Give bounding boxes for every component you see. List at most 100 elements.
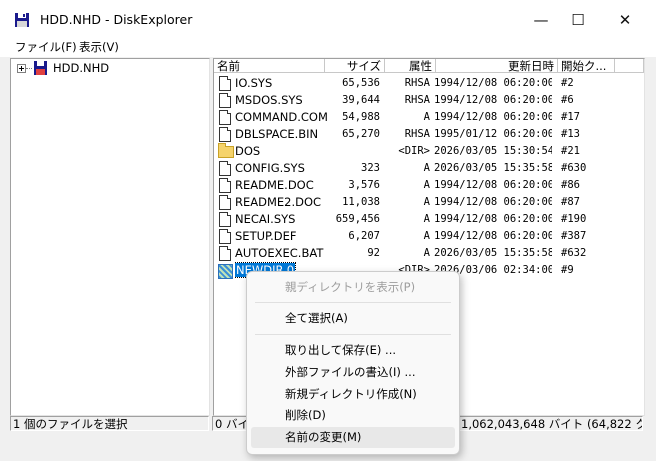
- file-date: 1994/12/08 06:20:00: [434, 111, 552, 123]
- file-name: README2.DOC: [235, 195, 322, 209]
- file-cluster: #9: [561, 264, 574, 276]
- file-icon: [219, 195, 231, 210]
- file-attr: RHSA: [404, 94, 430, 106]
- file-attr: A: [423, 247, 430, 259]
- column-header-cluster[interactable]: 開始ク...: [558, 59, 615, 73]
- file-attr: RHSA: [404, 77, 430, 89]
- file-name: MSDOS.SYS: [235, 93, 303, 107]
- file-size: 92: [367, 247, 380, 259]
- column-header-date[interactable]: 更新日時: [436, 59, 558, 73]
- menu-file[interactable]: ファイル(F): [15, 40, 77, 54]
- close-button[interactable]: ✕: [602, 0, 648, 40]
- menu-item-rename[interactable]: 名前の変更(M): [251, 427, 455, 448]
- menu-bar: ファイル(F) 表示(V): [0, 40, 656, 57]
- file-attr: <DIR>: [398, 145, 430, 157]
- file-cluster: #13: [561, 128, 580, 140]
- folder-tree[interactable]: HDD.NHD: [10, 58, 210, 416]
- file-icon: [219, 93, 231, 108]
- file-icon: [219, 161, 231, 176]
- file-name: README.DOC: [235, 178, 314, 192]
- column-header-name[interactable]: 名前: [214, 59, 325, 73]
- file-name: CONFIG.SYS: [235, 161, 305, 175]
- column-header-size[interactable]: サイズ: [325, 59, 385, 73]
- folder-icon: [218, 264, 233, 279]
- file-cluster: #21: [561, 145, 580, 157]
- file-name: NECAI.SYS: [235, 212, 296, 226]
- file-attr: A: [423, 213, 430, 225]
- disk-drive-icon: [34, 61, 47, 75]
- file-icon: [219, 229, 231, 244]
- menu-item-new-directory[interactable]: 新規ディレクトリ作成(N): [251, 384, 455, 405]
- table-row[interactable]: README.DOC 3,576 A 1994/12/08 06:20:00 #…: [214, 177, 644, 194]
- file-icon: [219, 212, 231, 227]
- table-row[interactable]: MSDOS.SYS 39,644 RHSA 1994/12/08 06:20:0…: [214, 92, 644, 109]
- file-attr: A: [423, 230, 430, 242]
- file-cluster: #6: [561, 94, 574, 106]
- menu-item-delete[interactable]: 削除(D): [251, 405, 455, 426]
- file-date: 1994/12/08 06:20:00: [434, 196, 552, 208]
- file-cluster: #2: [561, 77, 574, 89]
- file-name: IO.SYS: [235, 76, 273, 90]
- table-row[interactable]: README2.DOC 11,038 A 1994/12/08 06:20:00…: [214, 194, 644, 211]
- table-row[interactable]: CONFIG.SYS 323 A 2026/03/05 15:35:58 #63…: [214, 160, 644, 177]
- file-cluster: #630: [561, 162, 587, 174]
- file-name: DBLSPACE.BIN: [235, 127, 319, 141]
- table-row[interactable]: COMMAND.COM 54,988 A 1994/12/08 06:20:00…: [214, 109, 644, 126]
- menu-item-select-all[interactable]: 全て選択(A): [251, 308, 455, 329]
- file-icon: [219, 76, 231, 91]
- file-date: 1994/12/08 06:20:00: [434, 213, 552, 225]
- menu-item-show-parent[interactable]: 親ディレクトリを表示(P): [251, 277, 455, 298]
- tree-connector: [26, 68, 32, 69]
- menu-item-write-external[interactable]: 外部ファイルの書込(I) ...: [251, 362, 455, 383]
- file-cluster: #86: [561, 179, 580, 191]
- column-header-filler: [615, 59, 644, 73]
- column-header-attr[interactable]: 属性: [385, 59, 436, 73]
- context-menu: 親ディレクトリを表示(P) 全て選択(A) 取り出して保存(E) ... 外部フ…: [246, 271, 460, 455]
- file-size: 65,270: [342, 128, 380, 140]
- file-date: 2026/03/05 15:35:58: [434, 247, 552, 259]
- table-row[interactable]: IO.SYS 65,536 RHSA 1994/12/08 06:20:00 #…: [214, 75, 644, 92]
- file-icon: [219, 127, 231, 142]
- menu-view[interactable]: 表示(V): [79, 40, 119, 54]
- table-row[interactable]: DOS <DIR> 2026/03/05 15:30:54 #21: [214, 143, 644, 160]
- expand-icon[interactable]: [17, 64, 26, 73]
- file-size: 39,644: [342, 94, 380, 106]
- file-cluster: #17: [561, 111, 580, 123]
- file-icon: [219, 246, 231, 261]
- status-selection: 1 個のファイルを選択: [10, 416, 209, 431]
- floppy-disk-icon: [15, 13, 29, 27]
- menu-separator: [255, 302, 451, 303]
- menu-item-extract-save[interactable]: 取り出して保存(E) ...: [251, 340, 455, 361]
- file-name: COMMAND.COM: [235, 110, 328, 124]
- file-date: 1995/01/12 06:20:00: [434, 128, 552, 140]
- table-row[interactable]: NECAI.SYS 659,456 A 1994/12/08 06:20:00 …: [214, 211, 644, 228]
- file-cluster: #190: [561, 213, 587, 225]
- file-attr: A: [423, 179, 430, 191]
- minimize-icon: —: [533, 11, 549, 29]
- maximize-icon: ☐: [571, 11, 585, 29]
- file-size: [326, 143, 380, 160]
- file-attr: A: [423, 162, 430, 174]
- file-name: DOS: [235, 144, 261, 158]
- file-date: 1994/12/08 06:20:00: [434, 77, 552, 89]
- file-date: 2026/03/05 15:35:58: [434, 162, 552, 174]
- file-icon: [219, 178, 231, 193]
- file-size: 323: [361, 162, 380, 174]
- file-attr: RHSA: [404, 128, 430, 140]
- file-name: SETUP.DEF: [235, 229, 297, 243]
- tree-root-label[interactable]: HDD.NHD: [53, 61, 109, 75]
- title-bar: HDD.NHD - DiskExplorer — ☐ ✕: [0, 0, 656, 40]
- file-cluster: #387: [561, 230, 587, 242]
- file-cluster: #87: [561, 196, 580, 208]
- table-row[interactable]: SETUP.DEF 6,207 A 1994/12/08 06:20:00 #3…: [214, 228, 644, 245]
- file-name: AUTOEXEC.BAT: [235, 246, 324, 260]
- file-date: 2026/03/05 15:30:54: [434, 145, 552, 157]
- maximize-button[interactable]: ☐: [555, 0, 601, 40]
- file-cluster: #632: [561, 247, 587, 259]
- window-title: HDD.NHD - DiskExplorer: [40, 12, 193, 27]
- file-date: 1994/12/08 06:20:00: [434, 179, 552, 191]
- table-row[interactable]: AUTOEXEC.BAT 92 A 2026/03/05 15:35:58 #6…: [214, 245, 644, 262]
- file-icon: [219, 110, 231, 125]
- file-size: 11,038: [342, 196, 380, 208]
- table-row[interactable]: DBLSPACE.BIN 65,270 RHSA 1995/01/12 06:2…: [214, 126, 644, 143]
